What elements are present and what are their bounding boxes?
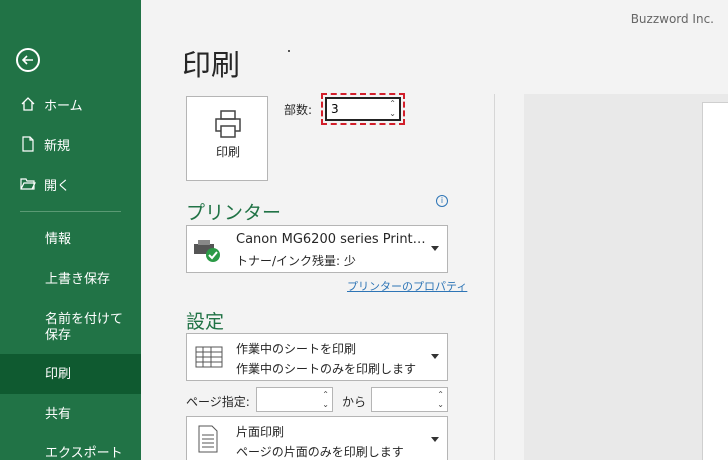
sides-dropdown[interactable]: 片面印刷 ページの片面のみを印刷します: [186, 416, 448, 460]
printer-icon: [215, 110, 241, 138]
sheet-grid-icon: [195, 346, 223, 368]
print-preview-area: [524, 94, 728, 460]
nav-info[interactable]: 情報: [45, 232, 135, 248]
open-folder-icon: [20, 178, 36, 190]
sides-title: 片面印刷: [236, 425, 285, 439]
printer-name: Canon MG6200 series Print…: [236, 232, 426, 247]
copies-stepper[interactable]: ⌃ ⌄: [325, 97, 401, 121]
nav-export[interactable]: エクスポート: [45, 446, 135, 460]
printer-ready-icon: [194, 240, 220, 262]
sidebar-divider: [20, 211, 121, 212]
stray-dot: [288, 50, 290, 52]
chevron-down-icon: [431, 354, 439, 359]
brand-watermark: Buzzword Inc.: [630, 12, 714, 26]
single-page-icon: [198, 425, 218, 453]
pages-from-down-icon[interactable]: ⌄: [322, 401, 329, 409]
preview-page: [702, 102, 728, 460]
back-arrow-icon: [21, 55, 33, 65]
info-icon[interactable]: i: [436, 195, 448, 207]
sides-desc: ページの片面のみを印刷します: [236, 445, 404, 459]
printer-dropdown[interactable]: Canon MG6200 series Print… トナー/インク残量: 少: [186, 225, 448, 273]
pages-to-up-icon[interactable]: ⌃: [437, 391, 444, 399]
pages-to-label: から: [342, 395, 367, 409]
nav-print[interactable]: 印刷: [45, 367, 135, 383]
pages-to-stepper[interactable]: ⌃ ⌄: [371, 387, 448, 412]
nav-open-label: 開く: [44, 178, 71, 194]
print-backstage: ホーム 新規 開く 情報 上書き保存 名前を付けて保存 印刷 共有 エクスポート…: [0, 0, 728, 460]
print-button-label: 印刷: [215, 145, 240, 159]
page-title: 印刷: [182, 48, 241, 82]
new-document-icon: [22, 136, 34, 152]
pages-from-stepper[interactable]: ⌃ ⌄: [256, 387, 333, 412]
copies-up-icon[interactable]: ⌃: [389, 100, 396, 108]
nav-new-label: 新規: [44, 138, 71, 154]
pages-to-down-icon[interactable]: ⌄: [437, 401, 444, 409]
settings-section-title: 設定: [186, 311, 225, 333]
nav-open[interactable]: 開く: [0, 175, 141, 194]
copies-input[interactable]: [331, 101, 381, 117]
nav-home-label: ホーム: [44, 98, 83, 114]
nav-save[interactable]: 上書き保存: [45, 272, 135, 288]
print-range-desc: 作業中のシートのみを印刷します: [236, 362, 417, 376]
panel-divider: [494, 94, 495, 460]
pages-label: ページ指定:: [186, 395, 250, 409]
backstage-sidebar: ホーム 新規 開く 情報 上書き保存 名前を付けて保存 印刷 共有 エクスポート: [0, 0, 141, 460]
chevron-down-icon: [431, 437, 439, 442]
nav-new[interactable]: 新規: [0, 135, 141, 154]
copies-down-icon[interactable]: ⌄: [389, 110, 396, 118]
printer-properties-link[interactable]: プリンターのプロパティ: [347, 278, 467, 294]
back-button[interactable]: [16, 48, 40, 72]
nav-share[interactable]: 共有: [45, 407, 135, 423]
printer-status: トナー/インク残量: 少: [236, 254, 356, 268]
pages-from-up-icon[interactable]: ⌃: [322, 391, 329, 399]
print-button[interactable]: 印刷: [186, 96, 268, 181]
nav-home[interactable]: ホーム: [0, 95, 141, 114]
nav-save-as[interactable]: 名前を付けて保存: [45, 312, 135, 344]
print-range-title: 作業中のシートを印刷: [236, 342, 357, 356]
home-icon: [21, 97, 35, 111]
chevron-down-icon: [431, 246, 439, 251]
print-range-dropdown[interactable]: 作業中のシートを印刷 作業中のシートのみを印刷します: [186, 333, 448, 381]
printer-section-title: プリンター: [186, 202, 282, 224]
copies-label: 部数:: [284, 103, 313, 117]
